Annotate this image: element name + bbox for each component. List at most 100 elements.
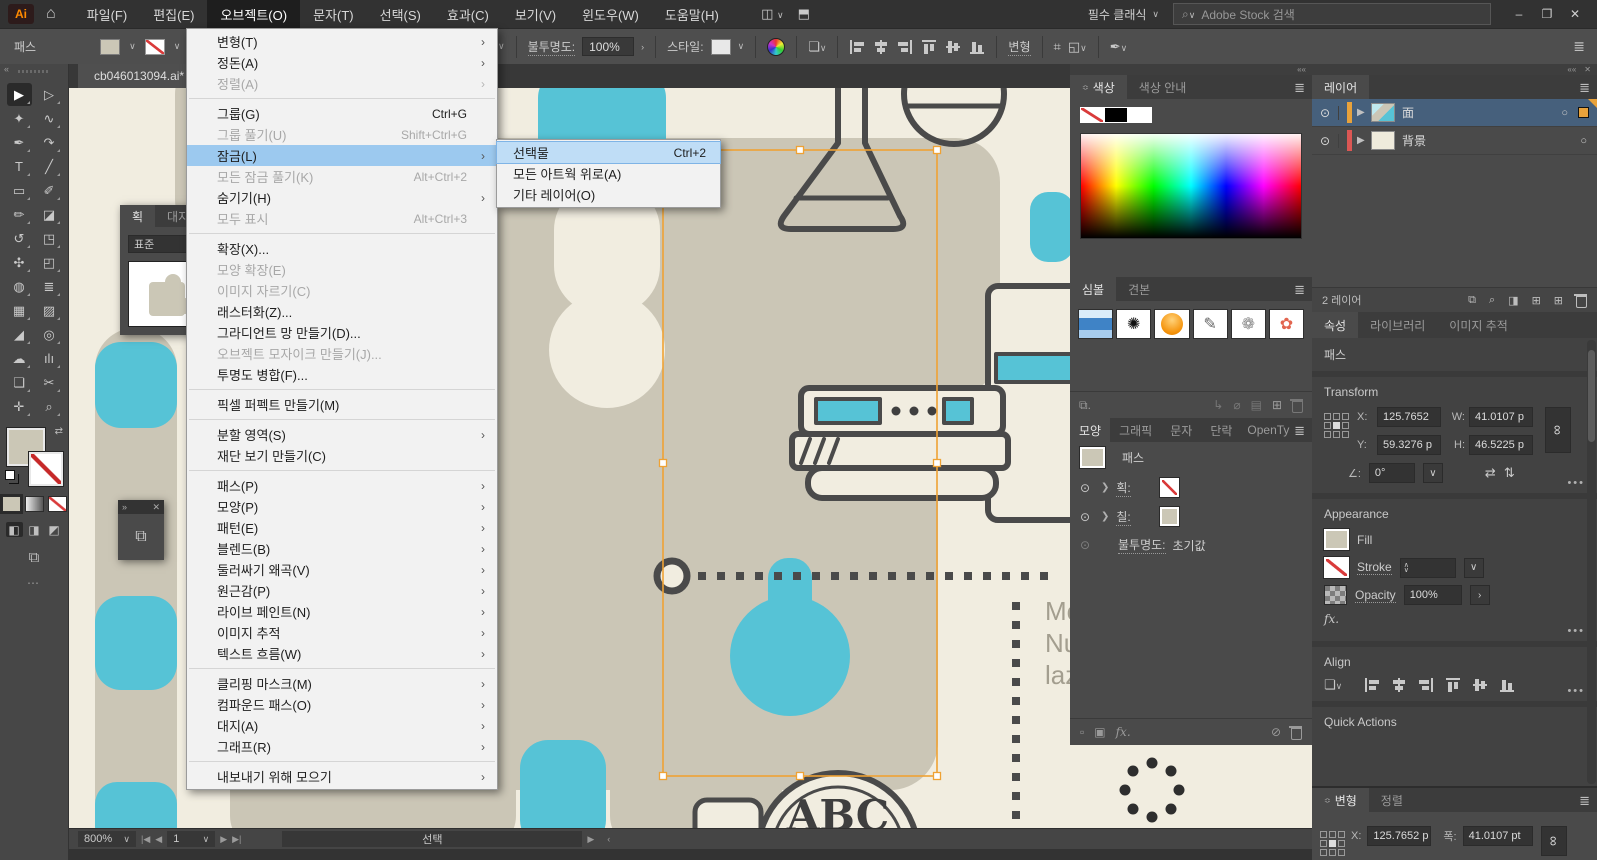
stroke-indicator[interactable] (28, 451, 64, 487)
new-layer-icon[interactable]: ⊞ (1554, 294, 1563, 307)
delete-symbol-icon[interactable] (1290, 398, 1303, 413)
blend-tool[interactable]: ◎ (37, 323, 62, 346)
menubar-select[interactable]: 선택(S) (367, 0, 434, 29)
layer-row[interactable]: ⊙ ▶ 面 ○ (1312, 99, 1597, 127)
locate-object-icon[interactable]: ⌕ (1489, 294, 1495, 307)
align-bottom-icon[interactable] (969, 39, 985, 55)
white-swatch[interactable] (1128, 107, 1152, 123)
layer-name[interactable]: 背景 (1402, 132, 1426, 149)
tab-color[interactable]: ≎ 색상 (1070, 75, 1127, 99)
layer-target-icon[interactable]: ○ (1561, 107, 1568, 119)
home-icon[interactable]: ⌂ (46, 5, 56, 23)
layer-target-icon[interactable]: ○ (1580, 135, 1587, 147)
tab-transform[interactable]: ≎ 변형 (1312, 788, 1369, 812)
workspace-switcher[interactable]: 필수 클래식 ∨ (1088, 6, 1159, 23)
color-panel-menu-icon[interactable]: ≣ (1294, 80, 1305, 96)
layers-panel-menu-icon[interactable]: ≣ (1579, 80, 1590, 96)
properties-scrollbar[interactable] (1587, 340, 1596, 784)
restore-button[interactable]: ❐ (1533, 7, 1561, 21)
object-menu-rasterize[interactable]: 래스터화(Z)... (187, 301, 497, 322)
object-menu-flatten-transparency[interactable]: 투명도 병합(F)... (187, 364, 497, 385)
select-similar-icon[interactable]: ◱∨ (1068, 39, 1087, 55)
color-spectrum[interactable] (1080, 133, 1302, 239)
menubar-edit[interactable]: 편집(E) (140, 0, 207, 29)
align-top-icon[interactable] (921, 39, 937, 55)
object-menu-create-gradient-mesh[interactable]: 그라디언트 망 만들기(D)... (187, 322, 497, 343)
collect-for-export-icon[interactable]: ⧉ (1468, 294, 1476, 307)
symbol-sketch-marks[interactable]: ✎ (1192, 309, 1228, 339)
gradient-mode-button[interactable] (24, 496, 44, 512)
new-art-maintains-icon[interactable]: ▫ (1080, 725, 1084, 739)
zoom-level-field[interactable]: 800% ∨ (78, 831, 136, 847)
width-field[interactable]: 41.0107 p (1469, 407, 1533, 427)
opacity-field[interactable]: 100% (1403, 585, 1462, 605)
tab-layers[interactable]: 레이어 (1312, 75, 1370, 99)
draw-normal-icon[interactable]: ◧ (5, 522, 23, 537)
opacity-swatch[interactable] (1324, 585, 1347, 605)
appearance-stroke-row[interactable]: ⊙ ❯ 획: (1070, 473, 1312, 502)
black-swatch[interactable] (1104, 107, 1128, 123)
menubar-type[interactable]: 문자(T) (300, 0, 367, 29)
mesh-tool[interactable]: ▦ (7, 299, 32, 322)
send-to-icon[interactable]: ↳ (1213, 398, 1223, 412)
none-mode-button[interactable] (47, 496, 67, 512)
symbol-ocean-banner[interactable] (1078, 309, 1114, 339)
stroke-color-swatch[interactable] (144, 38, 165, 55)
align-right-icon[interactable] (897, 39, 913, 55)
direct-selection-tool[interactable]: ▷ (37, 83, 62, 106)
fx-button[interactable]: fx. (1324, 612, 1339, 626)
artboard-number-field[interactable]: 1 ∨ (167, 831, 216, 847)
control-bar-menu-icon[interactable]: ≣ (1573, 38, 1585, 55)
link-dimensions-icon[interactable]: ∞ (1540, 826, 1567, 856)
variable-width-dropdown[interactable]: ∨ (498, 41, 505, 52)
appearance-panel-menu-icon[interactable]: ≣ (1294, 423, 1305, 439)
previous-artboard-icon[interactable]: ◀ (155, 834, 162, 845)
brush-options-icon[interactable]: ✒∨ (1110, 39, 1128, 55)
rotation-field[interactable]: 0° (1368, 463, 1415, 483)
minimize-button[interactable]: – (1505, 7, 1533, 21)
scale-tool[interactable]: ◳ (37, 227, 62, 250)
recolor-artwork-icon[interactable] (767, 37, 786, 56)
object-menu-pattern[interactable]: 패턴(E) › (187, 517, 497, 538)
visibility-eye-icon[interactable]: ⊙ (1080, 538, 1094, 552)
expand-icon[interactable]: ❯ (1101, 511, 1109, 522)
eraser-tool[interactable]: ◪ (37, 203, 62, 226)
tab-libraries[interactable]: 라이브러리 (1358, 312, 1437, 338)
expand-icon[interactable]: ❯ (1101, 482, 1109, 493)
align-vcenter-icon[interactable] (945, 39, 961, 55)
share-icon[interactable]: ⬒ (798, 6, 810, 22)
libraries-icon[interactable]: ⧉. (1079, 398, 1091, 413)
close-panel-group-icon[interactable]: ✕ (1584, 65, 1591, 74)
toolbar-grip[interactable] (18, 70, 48, 73)
y-field[interactable]: 59.3276 p (1377, 435, 1441, 455)
object-menu-clipping-mask[interactable]: 클리핑 마스크(M) › (187, 673, 497, 694)
object-menu-arrange[interactable]: 정돈(A) › (187, 52, 497, 73)
object-menu-artboards[interactable]: 대지(A) › (187, 715, 497, 736)
status-options-icon[interactable]: ▶ (587, 834, 594, 845)
document-setup-icon[interactable]: ❏∨ (808, 39, 826, 55)
pen-tool[interactable]: ✒ (7, 131, 32, 154)
align-to-selection-icon[interactable]: ❏∨ (1324, 677, 1342, 693)
tab-paragraph[interactable]: 단락 (1201, 418, 1241, 442)
menubar-file[interactable]: 파일(F) (74, 0, 141, 29)
align-bottom-icon[interactable] (1499, 677, 1515, 693)
width-field[interactable]: 41.0107 pt (1462, 826, 1533, 846)
appearance-opacity-row[interactable]: ⊙ 불투명도: 초기값 (1070, 531, 1312, 559)
object-menu-text-wrap[interactable]: 텍스트 흐름(W) › (187, 643, 497, 664)
layer-thumbnail[interactable] (1371, 131, 1395, 150)
opacity-expand-icon[interactable]: › (1469, 585, 1490, 605)
close-panel-icon[interactable]: ✕ (152, 502, 160, 513)
none-swatch[interactable] (1080, 107, 1104, 123)
symbol-orange-orb[interactable] (1154, 309, 1190, 339)
width-tool[interactable]: ✣ (7, 251, 32, 274)
stroke-width-dropdown-icon[interactable]: ∨ (1463, 557, 1484, 578)
more-options-icon[interactable]: ••• (1567, 477, 1585, 489)
object-menu-slice[interactable]: 분할 영역(S) › (187, 424, 497, 445)
type-tool[interactable]: T (7, 155, 32, 178)
swap-fill-stroke-icon[interactable]: ⇄ (55, 426, 63, 437)
artboard-tool[interactable]: ❏ (7, 371, 32, 394)
lock-submenu-other-layers[interactable]: 기타 레이어(O) (497, 184, 720, 205)
menubar-effect[interactable]: 효과(C) (434, 0, 502, 29)
rotation-dropdown-icon[interactable]: ∨ (1422, 463, 1443, 483)
arrange-documents-icon[interactable]: ◫ ∨ (761, 6, 784, 22)
